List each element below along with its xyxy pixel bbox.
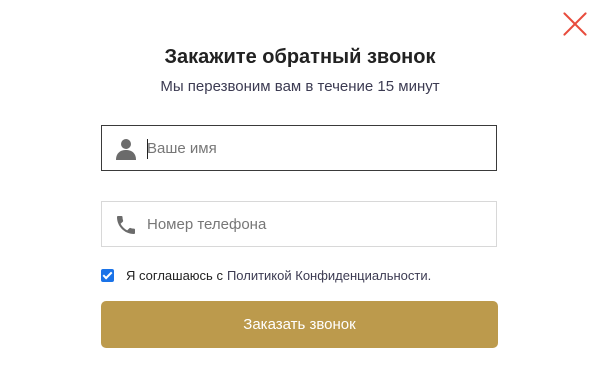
phone-input[interactable] xyxy=(147,202,487,246)
name-input[interactable] xyxy=(147,126,487,170)
phone-field[interactable] xyxy=(101,201,497,247)
close-icon[interactable] xyxy=(561,10,589,38)
consent-checkbox[interactable] xyxy=(101,268,114,282)
name-field[interactable] xyxy=(101,125,497,171)
modal-subtitle: Мы перезвоним вам в течение 15 минут xyxy=(160,78,440,95)
callback-modal: Закажите обратный звонок Мы перезвоним в… xyxy=(0,0,600,389)
modal-title: Закажите обратный звонок xyxy=(164,46,436,68)
order-call-button[interactable]: Заказать звонок xyxy=(101,301,498,348)
user-icon xyxy=(116,139,136,160)
privacy-policy-link[interactable]: Политикой Конфиденциальности. xyxy=(227,268,431,283)
phone-icon xyxy=(117,216,135,234)
consent-text: Я соглашаюсь с xyxy=(126,267,223,283)
consent-row: Я соглашаюсь с Политикой Конфиденциально… xyxy=(101,266,431,284)
